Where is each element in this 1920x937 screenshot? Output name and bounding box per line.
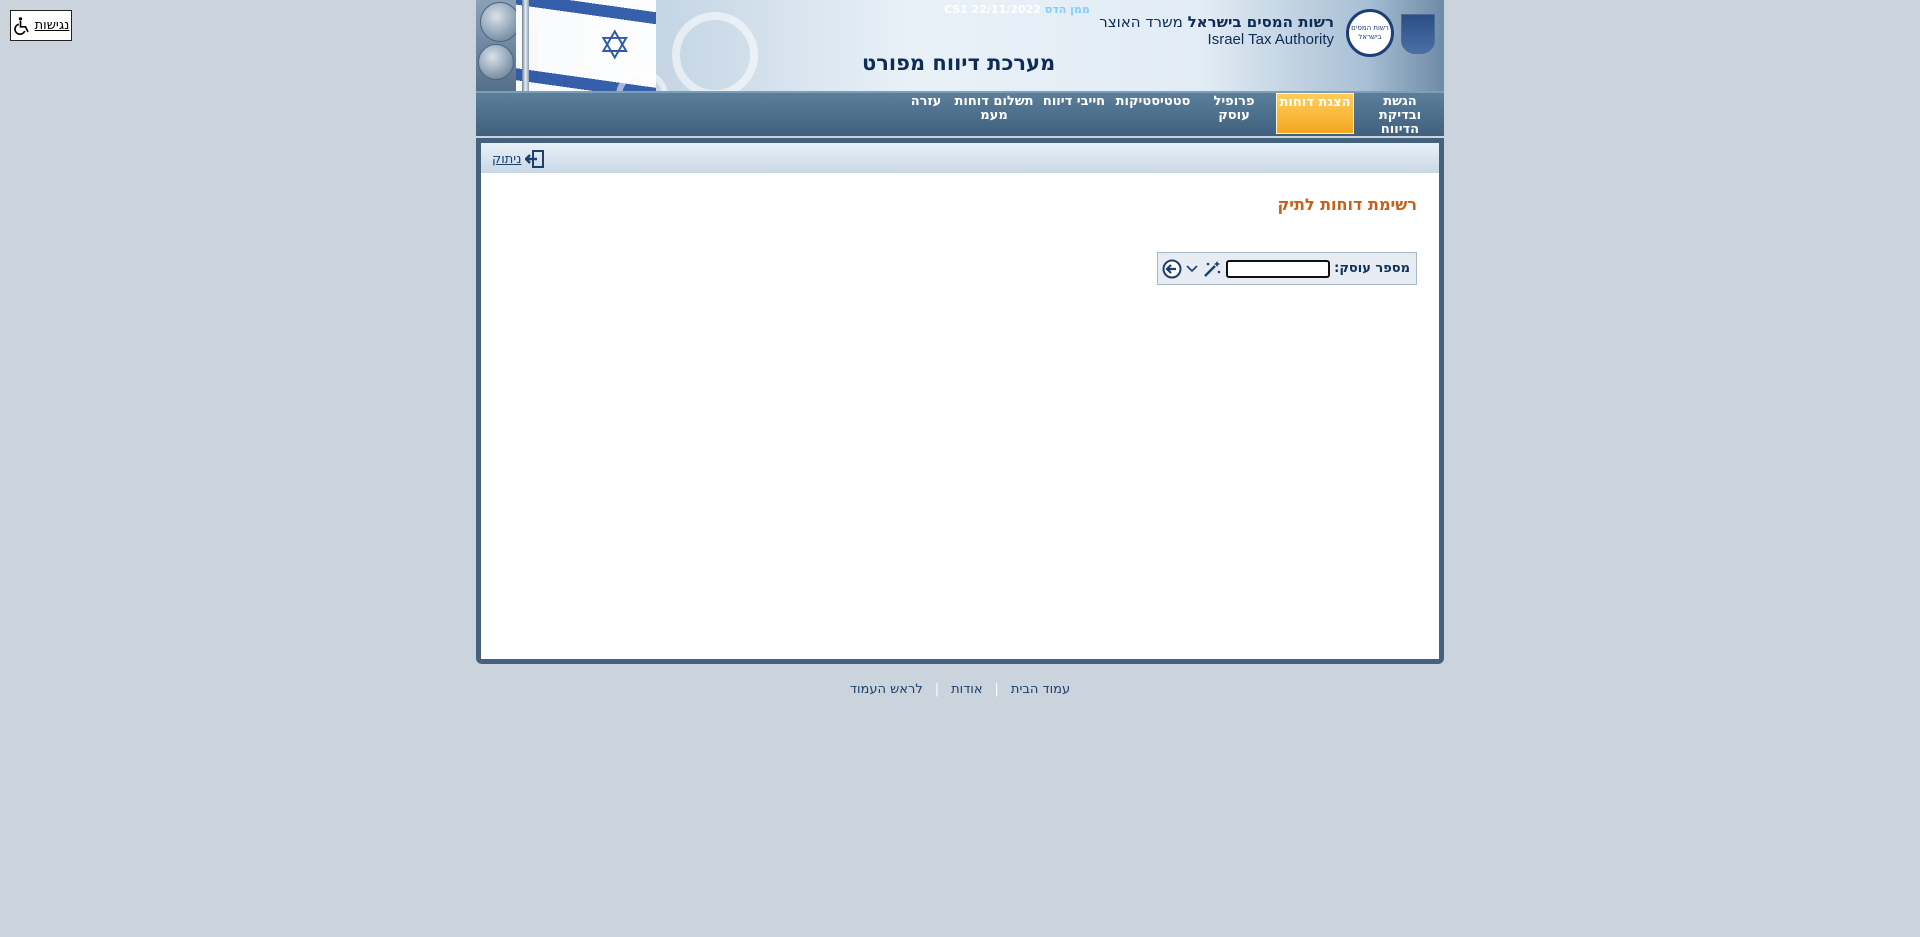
footer-top-link[interactable]: לראש העמוד (838, 682, 935, 697)
header-banner: ✡ ממן הדס CS1 22/11/2022 רשות המסים בישר… (476, 0, 1444, 91)
content-frame: ניתוק רשימת דוחות לתיק מספר עוסק: (476, 138, 1444, 664)
chevron-down-icon[interactable] (1186, 264, 1198, 274)
disconnect-button[interactable]: ניתוק (492, 150, 545, 168)
nav-help[interactable]: עזרה (904, 93, 948, 134)
disconnect-label: ניתוק (492, 151, 522, 167)
star-of-david-icon: ✡ (598, 23, 632, 69)
page-container: ✡ ממן הדס CS1 22/11/2022 רשות המסים בישר… (476, 0, 1444, 697)
wheelchair-icon (13, 16, 29, 35)
content-panel: ניתוק רשימת דוחות לתיק מספר עוסק: (481, 143, 1439, 659)
accessibility-button[interactable]: נגישות (10, 10, 72, 41)
nav-submit-report[interactable]: הגשת ובדיקת הדיווח (1360, 93, 1440, 137)
user-link[interactable]: ממן הדס (1045, 3, 1090, 16)
footer-home-link[interactable]: עמוד הבית (999, 682, 1082, 697)
page-title: רשימת דוחות לתיק (1277, 195, 1417, 214)
authority-name: רשות המסים בישראל משרד האוצר (1099, 13, 1334, 31)
main-nav: הגשת ובדיקת הדיווח הצגת דוחות פרופיל עוס… (476, 91, 1444, 137)
state-emblem-icon (1401, 14, 1435, 54)
dealer-search-box: מספר עוסק: (1157, 252, 1417, 285)
tax-authority-logo: רשות המסים בישראל (1346, 9, 1394, 57)
arrow-left-circle-icon[interactable] (1162, 259, 1182, 279)
nav-reporting-obligated[interactable]: חייבי דיווח (1040, 93, 1108, 134)
nav-statistics[interactable]: סטטיסטיקות (1114, 93, 1192, 134)
footer-about-link[interactable]: אודות (939, 682, 994, 697)
magic-wand-icon[interactable] (1202, 260, 1222, 278)
authority-name-en: Israel Tax Authority (1207, 31, 1334, 48)
build-info: ממן הדס CS1 22/11/2022 (944, 3, 1090, 16)
nav-dealer-profile[interactable]: פרופיל עוסק (1198, 93, 1270, 134)
footer: עמוד הבית|אודות|לראש העמוד (476, 682, 1444, 697)
nav-show-reports[interactable]: הצגת דוחות (1276, 93, 1354, 134)
dealer-number-input[interactable] (1226, 259, 1331, 278)
nav-vat-payment[interactable]: תשלום דוחות מעמ (954, 93, 1034, 134)
dealer-number-label: מספר עוסק: (1334, 261, 1410, 276)
accessibility-label: נגישות (34, 18, 70, 33)
logout-icon (525, 150, 545, 168)
system-title: מערכת דיווח מפורט (862, 51, 1056, 75)
toolbar: ניתוק (481, 143, 1439, 173)
